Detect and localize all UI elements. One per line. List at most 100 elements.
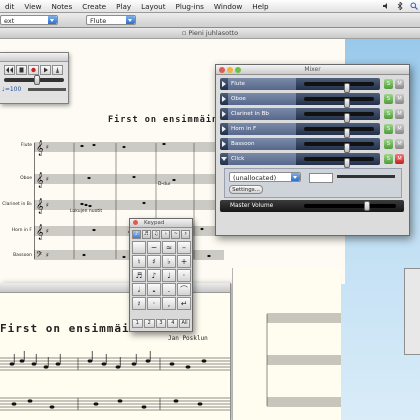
reverb-slider[interactable] [337, 175, 395, 178]
voice-1-button[interactable]: 1 [132, 319, 143, 328]
semiquaver-key[interactable]: ♬ [132, 269, 146, 282]
disclosure-triangle-icon[interactable] [222, 141, 226, 147]
solo-button[interactable]: S [384, 109, 393, 119]
crotchet-key[interactable]: ♩ [162, 269, 176, 282]
tab-common-notes[interactable]: ♪ [132, 230, 141, 239]
tab-articulations[interactable]: › [161, 230, 171, 239]
voice-2-button[interactable]: 2 [143, 319, 155, 328]
tab-jazz[interactable]: ~ [171, 230, 181, 239]
menu-edit[interactable]: dit [0, 2, 19, 11]
rest-key[interactable]: 𝄽 [132, 297, 146, 310]
keypad-window[interactable]: Keypad ♪ ♬ ♫ › ~ ♯ − ≈ – ♮ ♯ ♭ + ♬ ♪ ♩ ·… [129, 218, 193, 332]
minim-key[interactable]: 𝅗𝅥 [132, 283, 146, 296]
tab-more-notes[interactable]: ♬ [141, 230, 151, 239]
slider-knob[interactable] [344, 143, 350, 153]
menu-help[interactable]: Help [247, 2, 273, 11]
disclosure-triangle-icon[interactable] [222, 81, 226, 87]
quaver-key[interactable]: ♪ [147, 269, 161, 282]
transport-titlebar[interactable] [0, 53, 68, 62]
natural-key[interactable]: ♮ [132, 255, 146, 268]
volume-slider[interactable] [304, 112, 374, 123]
instrument-select[interactable]: Flute [86, 15, 136, 25]
disclosure-triangle-icon[interactable] [221, 157, 227, 161]
transport-window[interactable]: ♩=100 [0, 52, 69, 104]
metronome-icon[interactable] [52, 65, 63, 75]
sound-icon[interactable] [382, 2, 390, 10]
solo-button[interactable]: S [384, 94, 393, 104]
keypad-key[interactable]: ‚ [162, 297, 176, 310]
menu-create[interactable]: Create [77, 2, 111, 11]
keypad-key[interactable]: ≈ [162, 241, 176, 254]
slider-knob[interactable] [344, 98, 350, 108]
bluetooth-icon[interactable] [396, 1, 404, 11]
menu-plug-ins[interactable]: Plug-ins [171, 2, 209, 11]
click-sound-select[interactable]: (unallocated) [229, 172, 301, 182]
dot-key[interactable]: . [162, 283, 176, 296]
volume-slider[interactable] [304, 157, 374, 168]
mute-button[interactable]: M [395, 94, 404, 104]
solo-button[interactable]: S [384, 79, 393, 89]
pan-field[interactable] [309, 173, 333, 183]
close-button[interactable] [219, 67, 225, 73]
volume-slider[interactable] [304, 127, 374, 138]
mute-button[interactable]: M [395, 139, 404, 149]
keypad-key[interactable]: · [177, 269, 191, 282]
mixer-titlebar[interactable]: Mixer [216, 65, 409, 75]
voice-4-button[interactable]: 4 [167, 319, 179, 328]
tie-key[interactable]: ⌒ [177, 283, 191, 296]
menu-window[interactable]: Window [209, 2, 247, 11]
slider-knob[interactable] [34, 75, 40, 85]
keypad-key[interactable]: − [147, 241, 161, 254]
disclosure-triangle-icon[interactable] [222, 126, 226, 132]
volume-slider[interactable] [304, 142, 374, 153]
voice-all-button[interactable]: All [179, 319, 190, 328]
mute-button[interactable]: M [395, 154, 404, 164]
volume-slider[interactable] [304, 97, 374, 108]
solo-button[interactable]: S [384, 139, 393, 149]
flat-key[interactable]: ♭ [162, 255, 176, 268]
tempo-slider[interactable] [28, 88, 66, 91]
mute-button[interactable]: M [395, 79, 404, 89]
rewind-button[interactable] [4, 65, 15, 75]
keypad-key[interactable]: – [177, 241, 191, 254]
slider-knob[interactable] [364, 201, 370, 211]
keypad-key[interactable]: · [147, 297, 161, 310]
tab-accidentals[interactable]: ♯ [181, 230, 190, 239]
slider-knob[interactable] [344, 158, 350, 168]
menu-play[interactable]: Play [111, 2, 136, 11]
tab-beams[interactable]: ♫ [151, 230, 161, 239]
score-page-3[interactable] [232, 268, 341, 420]
menu-layout[interactable]: Layout [136, 2, 170, 11]
settings-button[interactable]: Settings... [229, 185, 263, 194]
voice-3-button[interactable]: 3 [155, 319, 167, 328]
mixer-window[interactable]: Mixer Flute S M Oboe S M Clarinet in Bb … [215, 64, 410, 236]
minimize-button[interactable] [227, 67, 233, 73]
slider-knob[interactable] [344, 113, 350, 123]
keypad-key[interactable] [132, 241, 146, 254]
solo-button[interactable]: S [384, 154, 393, 164]
score-page-2[interactable]: First on ensimmäinen Jan Posklun [0, 283, 231, 420]
keypad-titlebar[interactable]: Keypad [130, 219, 192, 228]
stop-button[interactable] [16, 65, 27, 75]
mute-button[interactable]: M [395, 124, 404, 134]
record-button[interactable] [28, 65, 39, 75]
keypad-key[interactable]: + [177, 255, 191, 268]
text-style-select[interactable]: ext [0, 15, 58, 25]
side-panel[interactable] [404, 268, 420, 355]
slider-knob[interactable] [344, 83, 350, 93]
volume-slider[interactable] [304, 82, 374, 93]
play-button[interactable] [40, 65, 51, 75]
slider-knob[interactable] [344, 128, 350, 138]
semibreve-key[interactable]: 𝅝 [147, 283, 161, 296]
close-button[interactable] [133, 220, 138, 225]
enter-key[interactable]: ↵ [177, 297, 191, 310]
master-volume-slider[interactable] [304, 201, 396, 211]
playback-position-slider[interactable] [4, 75, 64, 85]
mute-button[interactable]: M [395, 109, 404, 119]
menu-view[interactable]: View [19, 2, 46, 11]
zoom-button[interactable] [235, 67, 241, 73]
disclosure-triangle-icon[interactable] [222, 111, 226, 117]
sharp-key[interactable]: ♯ [147, 255, 161, 268]
disclosure-triangle-icon[interactable] [222, 96, 226, 102]
solo-button[interactable]: S [384, 124, 393, 134]
